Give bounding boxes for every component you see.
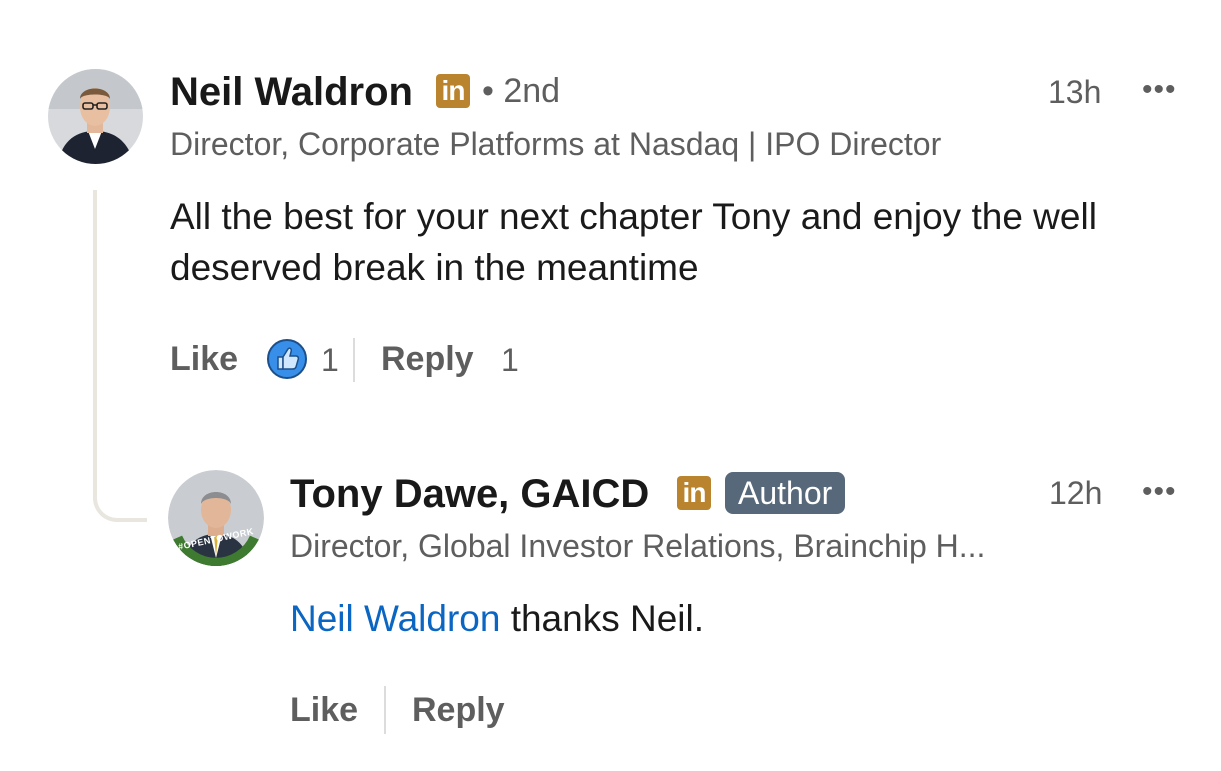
more-horizontal-icon[interactable]: ••• [1142, 75, 1177, 105]
comment-timestamp: 13h [1048, 74, 1102, 110]
reply-author-name[interactable]: Tony Dawe, GAICD [290, 474, 649, 514]
like-button[interactable]: Like [290, 693, 358, 727]
more-horizontal-icon[interactable]: ••• [1142, 477, 1177, 507]
reply-text: Neil Waldron thanks Neil. [290, 593, 704, 644]
linkedin-premium-icon: in [436, 74, 470, 108]
thread-connector-line [93, 190, 147, 522]
author-badge: Author [725, 472, 846, 514]
reply-author-headline: Director, Global Investor Relations, Bra… [290, 528, 986, 564]
reply-button[interactable]: Reply [381, 342, 474, 376]
linkedin-premium-icon: in [677, 476, 711, 510]
reply-button[interactable]: Reply [412, 693, 505, 727]
comment-author-name[interactable]: Neil Waldron [170, 72, 413, 112]
connection-degree: • 2nd [482, 72, 561, 110]
reaction-count: 1 [321, 342, 339, 378]
thumbs-up-icon[interactable] [266, 338, 308, 380]
reply-timestamp: 12h [1049, 475, 1103, 511]
like-button[interactable]: Like [170, 342, 238, 376]
reply-count: 1 [501, 342, 519, 378]
comment-text: All the best for your next chapter Tony … [170, 196, 1097, 288]
mention-link[interactable]: Neil Waldron [290, 598, 500, 639]
author-headline: Director, Corporate Platforms at Nasdaq … [170, 126, 942, 162]
actions-divider [353, 338, 355, 382]
avatar-neil-waldron[interactable] [48, 69, 143, 164]
actions-divider [384, 686, 386, 734]
avatar-tony-dawe[interactable]: #OPENTOWORK [168, 470, 264, 566]
reply-text-body: thanks Neil. [500, 598, 705, 639]
